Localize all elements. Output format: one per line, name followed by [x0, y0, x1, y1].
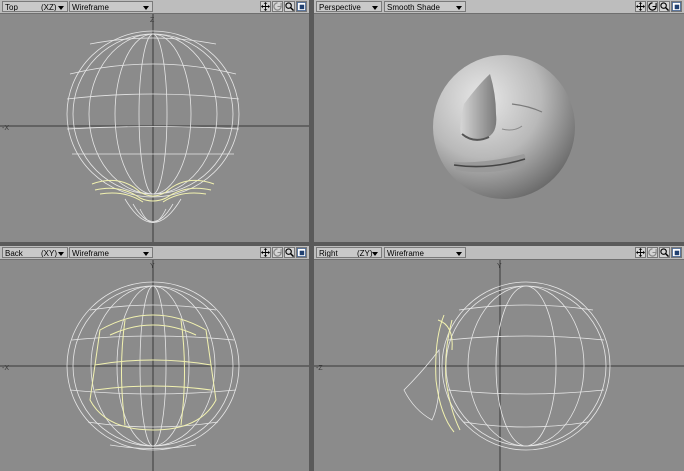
render-mode-label: Wireframe — [387, 249, 424, 258]
view-label: Perspective — [319, 3, 361, 12]
viewport-tools — [260, 247, 307, 258]
render-mode-select[interactable]: Wireframe — [69, 1, 153, 12]
svg-text:Z: Z — [150, 17, 155, 24]
view-select[interactable]: Perspective — [316, 1, 382, 12]
rotate-icon[interactable] — [272, 247, 283, 258]
move-icon[interactable] — [635, 247, 646, 258]
axes-label: (XZ) — [41, 3, 57, 12]
view-select[interactable]: Back (XY) — [2, 247, 68, 258]
zoom-icon[interactable] — [284, 1, 295, 12]
view-label: Top — [5, 3, 18, 12]
viewport-tools — [635, 1, 682, 12]
rotate-icon[interactable] — [647, 1, 658, 12]
axes-label: (XY) — [41, 249, 57, 258]
svg-text:Y: Y — [497, 263, 502, 270]
viewport-perspective[interactable]: Perspective Smooth Shade — [314, 0, 684, 242]
viewport-right[interactable]: Right (ZY) Wireframe -Z Y — [314, 246, 684, 471]
axes-label: (ZY) — [357, 249, 373, 258]
maximize-icon[interactable] — [671, 1, 682, 12]
move-icon[interactable] — [260, 1, 271, 12]
maximize-icon[interactable] — [671, 247, 682, 258]
rotate-icon[interactable] — [647, 247, 658, 258]
viewport-top[interactable]: Top (XZ) Wireframe -X Z — [0, 0, 309, 242]
render-mode-select[interactable]: Smooth Shade — [384, 1, 466, 12]
top-view-wireframe[interactable]: -X Z — [0, 14, 309, 242]
zoom-icon[interactable] — [284, 247, 295, 258]
viewport-tools — [260, 1, 307, 12]
right-view-wireframe[interactable]: -Z Y — [314, 260, 684, 471]
view-select[interactable]: Top (XZ) — [2, 1, 68, 12]
viewport-header: Right (ZY) Wireframe — [314, 246, 684, 260]
svg-text:-X: -X — [2, 365, 9, 372]
view-label: Right — [319, 249, 338, 258]
back-view-wireframe[interactable]: -X Y — [0, 260, 309, 471]
viewport-back[interactable]: Back (XY) Wireframe -X Y — [0, 246, 309, 471]
render-mode-label: Wireframe — [72, 249, 109, 258]
render-mode-label: Smooth Shade — [387, 3, 440, 12]
viewport-header: Top (XZ) Wireframe — [0, 0, 309, 14]
zoom-icon[interactable] — [659, 247, 670, 258]
zoom-icon[interactable] — [659, 1, 670, 12]
maximize-icon[interactable] — [296, 1, 307, 12]
render-mode-select[interactable]: Wireframe — [69, 247, 153, 258]
move-icon[interactable] — [635, 1, 646, 12]
svg-text:-Z: -Z — [316, 365, 323, 372]
view-select[interactable]: Right (ZY) — [316, 247, 382, 258]
maximize-icon[interactable] — [296, 247, 307, 258]
viewport-tools — [635, 247, 682, 258]
perspective-render[interactable] — [314, 14, 684, 242]
view-label: Back — [5, 249, 23, 258]
svg-text:Y: Y — [150, 263, 155, 270]
render-mode-label: Wireframe — [72, 3, 109, 12]
svg-text:-X: -X — [2, 125, 9, 132]
rotate-icon[interactable] — [272, 1, 283, 12]
render-mode-select[interactable]: Wireframe — [384, 247, 466, 258]
head-shape — [433, 55, 575, 199]
move-icon[interactable] — [260, 247, 271, 258]
viewport-header: Perspective Smooth Shade — [314, 0, 684, 14]
viewport-header: Back (XY) Wireframe — [0, 246, 309, 260]
